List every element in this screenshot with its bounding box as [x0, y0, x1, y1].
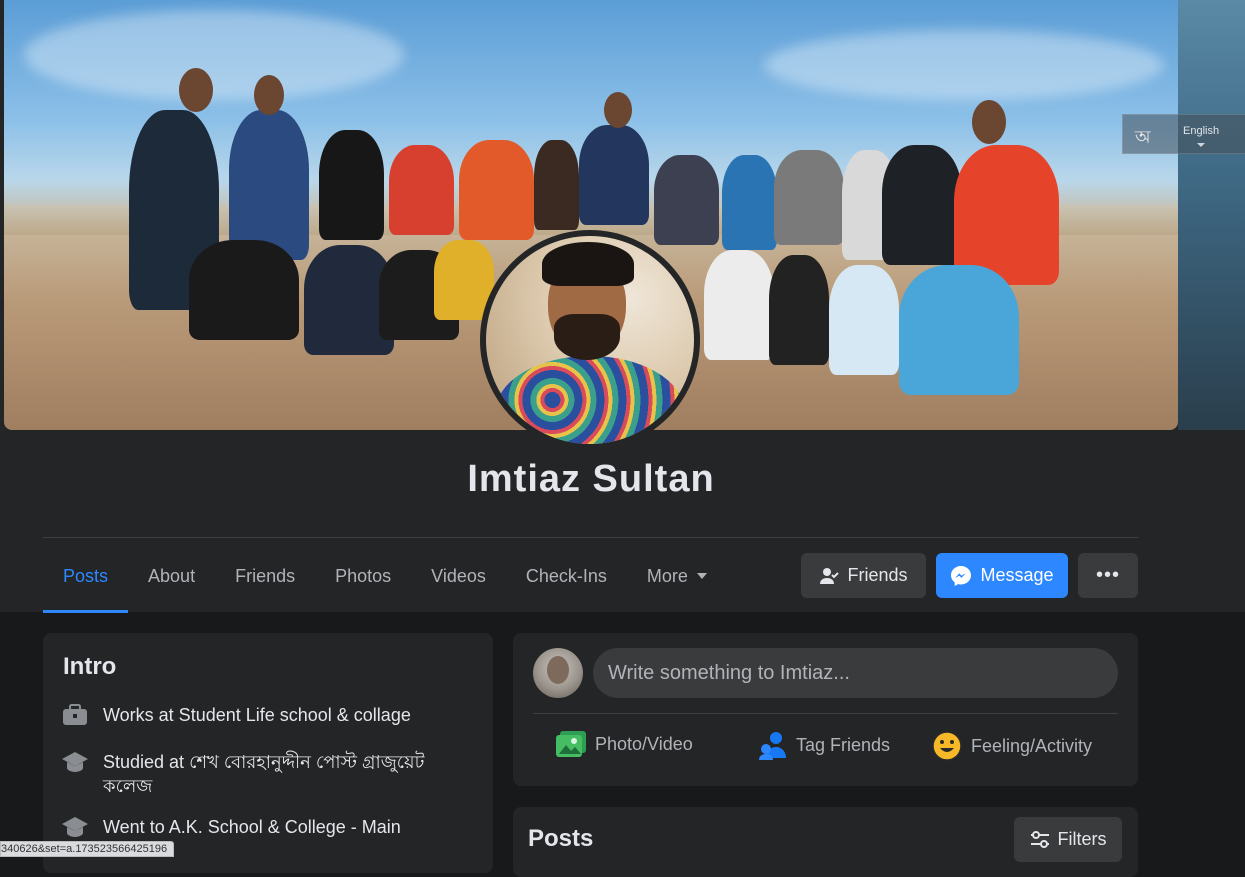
- tab-photos[interactable]: Photos: [315, 555, 411, 597]
- person: [459, 140, 534, 240]
- header-divider: [43, 537, 1138, 538]
- tag-friends-icon: [759, 732, 786, 760]
- intro-item-text: Went to A.K. School & College - Main: [103, 817, 401, 837]
- tab-label: Posts: [63, 566, 109, 586]
- tab-posts[interactable]: Posts: [43, 555, 129, 613]
- person: [899, 265, 1019, 395]
- ellipsis-icon: •••: [1095, 564, 1120, 586]
- graduation-cap-icon: [62, 817, 88, 837]
- photo-icon: [556, 731, 586, 757]
- post-composer: Write something to Imtiaz... Photo/Video…: [513, 633, 1138, 786]
- filters-button[interactable]: Filters: [1014, 817, 1122, 862]
- tag-friends-label: Tag Friends: [796, 734, 891, 755]
- intro-item-went-to: Went to A.K. School & College - Main: [61, 815, 473, 841]
- person: [654, 155, 719, 245]
- friend-check-icon: [820, 567, 840, 584]
- tab-label: Videos: [431, 566, 486, 586]
- more-options-button[interactable]: •••: [1078, 553, 1138, 598]
- cloud: [764, 30, 1164, 100]
- person: [319, 130, 384, 240]
- person: [954, 145, 1059, 285]
- chevron-down-icon: [1197, 143, 1205, 147]
- cloud: [24, 10, 404, 100]
- filters-label: Filters: [1057, 829, 1107, 849]
- caret-down-icon: [696, 573, 707, 579]
- composer-divider: [533, 713, 1118, 714]
- intro-title: Intro: [63, 653, 117, 680]
- posts-title: Posts: [528, 825, 594, 852]
- tab-label: Friends: [235, 566, 296, 586]
- person: [769, 255, 829, 365]
- posts-section: Posts Filters: [513, 807, 1138, 877]
- briefcase-icon: [63, 704, 87, 725]
- tab-label: About: [148, 566, 196, 586]
- smiley-icon: [932, 731, 962, 761]
- person: [189, 240, 299, 340]
- intro-item-text: Works at Student Life school & collage: [103, 705, 411, 725]
- photo-video-label: Photo/Video: [595, 733, 693, 754]
- tab-friends[interactable]: Friends: [215, 555, 315, 597]
- feeling-activity-button[interactable]: Feeling/Activity: [931, 730, 1092, 762]
- page-edge-strip: [1178, 0, 1245, 430]
- person: [229, 110, 309, 260]
- feeling-activity-label: Feeling/Activity: [971, 735, 1093, 756]
- person: [722, 155, 777, 250]
- graduation-cap-icon: [62, 752, 88, 772]
- person: [829, 265, 899, 375]
- person: [389, 145, 454, 235]
- photo-video-button[interactable]: Photo/Video: [555, 730, 693, 758]
- composer-placeholder: Write something to Imtiaz...: [608, 662, 850, 684]
- message-button-label: Message: [980, 565, 1054, 585]
- profile-picture[interactable]: [486, 236, 694, 444]
- person: [774, 150, 844, 245]
- bangla-language-glyph[interactable]: অ: [1135, 123, 1151, 154]
- messenger-icon: [951, 565, 972, 586]
- intro-item-studied: Studied at শেখ বোরহানুদ্দীন পোস্ট গ্রাজু…: [61, 750, 473, 798]
- english-language-label[interactable]: English: [1183, 125, 1219, 137]
- intro-item-text: Studied at শেখ বোরহানুদ্দীন পোস্ট গ্রাজু…: [103, 752, 425, 796]
- filters-icon: [1030, 830, 1049, 848]
- composer-input[interactable]: Write something to Imtiaz...: [593, 648, 1118, 698]
- message-button[interactable]: Message: [936, 553, 1068, 598]
- profile-name: Imtiaz Sultan: [467, 458, 715, 500]
- person: [579, 125, 649, 225]
- friends-button-label: Friends: [847, 565, 908, 585]
- tab-about[interactable]: About: [128, 555, 215, 597]
- tab-label: Photos: [335, 566, 392, 586]
- friends-button[interactable]: Friends: [801, 553, 926, 598]
- person: [534, 140, 579, 230]
- intro-card: Intro Works at Student Life school & col…: [43, 633, 493, 873]
- tab-label: More: [646, 566, 688, 586]
- tag-friends-button[interactable]: Tag Friends: [758, 730, 890, 760]
- intro-item-work: Works at Student Life school & collage: [61, 703, 473, 729]
- tab-videos[interactable]: Videos: [411, 555, 506, 597]
- tab-check-ins[interactable]: Check-Ins: [506, 555, 627, 597]
- person: [704, 250, 774, 360]
- profile-tabs: Posts About Friends Photos Videos Check-…: [43, 555, 727, 613]
- tab-more[interactable]: More: [627, 555, 727, 597]
- composer-avatar[interactable]: [533, 648, 583, 698]
- tab-label: Check-Ins: [525, 566, 607, 586]
- person: [882, 145, 962, 265]
- language-switcher[interactable]: অ English: [1122, 114, 1245, 154]
